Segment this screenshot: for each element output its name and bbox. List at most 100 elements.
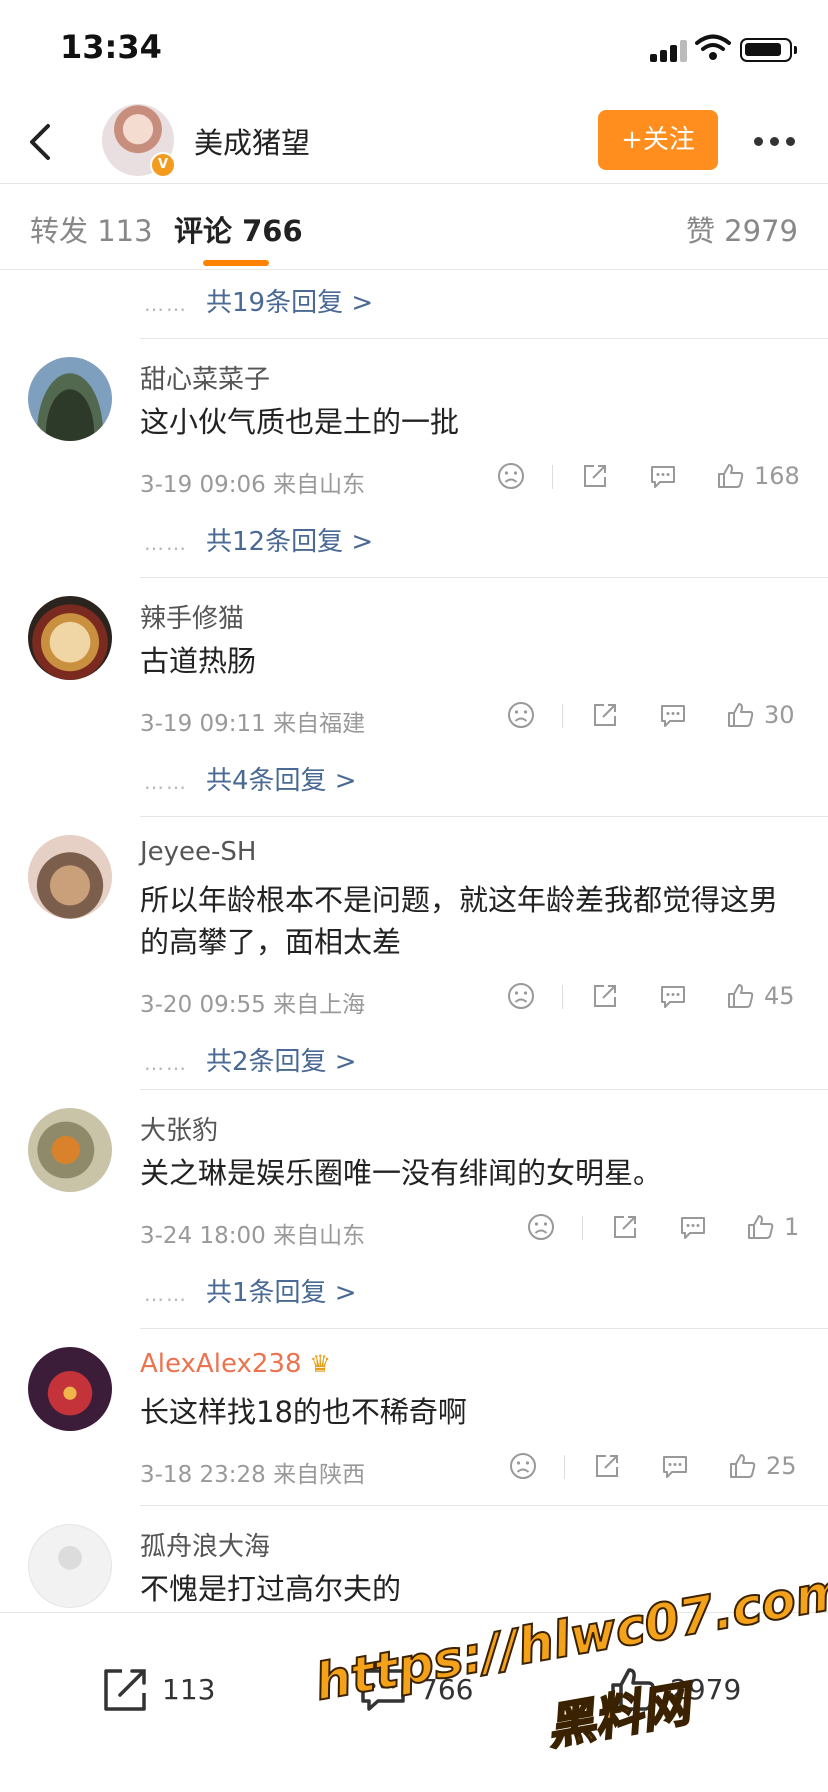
wifi-icon <box>695 34 731 60</box>
dislike-icon[interactable] <box>506 700 536 730</box>
divider <box>562 985 563 1009</box>
divider <box>582 1216 583 1240</box>
comment-actions: 25 <box>508 1451 808 1485</box>
share-icon[interactable] <box>590 981 620 1011</box>
repost-count: 113 <box>162 1673 216 1706</box>
reply-icon[interactable] <box>660 1451 690 1481</box>
reply-icon[interactable] <box>658 700 688 730</box>
status-bar: 13:34 <box>0 0 828 100</box>
signal-icon <box>650 38 690 62</box>
reply-icon[interactable] <box>648 461 678 491</box>
comment-meta: 3-24 18:00 来自山东 <box>140 1223 366 1249</box>
like-count: 1 <box>784 1213 800 1241</box>
post-header: V 美成猪望 +关注 <box>0 100 828 184</box>
comment-text: 长这样找18的也不稀奇啊 <box>140 1395 467 1429</box>
share-icon[interactable] <box>590 700 620 730</box>
comment-actions: 168 <box>496 461 806 495</box>
comment-actions: 1 <box>526 1212 806 1246</box>
like-icon[interactable] <box>728 1451 758 1481</box>
commenter-name[interactable]: AlexAlex238 ♛ <box>140 1349 331 1379</box>
divider <box>564 1455 565 1479</box>
bottom-like-button[interactable]: 2979 <box>608 1665 768 1715</box>
like-icon <box>611 1668 655 1711</box>
active-tab-indicator <box>203 260 269 266</box>
comment-meta: 3-19 09:11 来自福建 <box>140 711 366 737</box>
like-count: 2979 <box>670 1673 742 1706</box>
commenter-name[interactable]: Jeyee-SH <box>140 837 256 867</box>
replies-link[interactable]: …… 共1条回复 > <box>144 1272 357 1309</box>
divider <box>140 1328 828 1329</box>
comment-text: 古道热肠 <box>140 644 257 678</box>
avatar[interactable] <box>28 357 112 441</box>
commenter-name[interactable]: 辣手修猫 <box>140 598 244 635</box>
bottom-action-bar: 113 766 2979 <box>0 1612 828 1792</box>
avatar[interactable] <box>28 1347 112 1431</box>
tab-repost[interactable]: 转发 113 <box>30 208 153 250</box>
comment-count: 766 <box>420 1673 474 1706</box>
like-icon[interactable] <box>746 1212 776 1242</box>
share-icon <box>104 1669 146 1711</box>
like-count: 168 <box>754 462 800 490</box>
dots-icon: …… <box>144 1051 188 1075</box>
comment-text: 所以年龄根本不是问题，就这年龄差我都觉得这男的高攀了，面相太差 <box>140 883 779 959</box>
comment-text: 关之琳是娱乐圈唯一没有绯闻的女明星。 <box>140 1156 663 1190</box>
verified-badge-icon: V <box>150 152 176 178</box>
commenter-name[interactable]: 大张豹 <box>140 1110 218 1147</box>
dislike-icon[interactable] <box>506 981 536 1011</box>
like-count: 30 <box>764 701 795 729</box>
commenter-name[interactable]: 孤舟浪大海 <box>140 1526 270 1563</box>
comment-meta: 3-18 23:28 来自陕西 <box>140 1462 366 1488</box>
replies-link[interactable]: …… 共19条回复 > <box>144 282 373 319</box>
dislike-icon[interactable] <box>496 461 526 491</box>
crown-icon: ♛ <box>309 1350 332 1378</box>
status-time: 13:34 <box>60 28 162 66</box>
dislike-icon[interactable] <box>508 1451 538 1481</box>
comment-actions: 45 <box>506 981 806 1015</box>
like-count: 45 <box>764 982 795 1010</box>
author-name[interactable]: 美成猪望 <box>194 120 310 162</box>
dots-icon: …… <box>144 531 188 555</box>
replies-link[interactable]: …… 共12条回复 > <box>144 521 373 558</box>
dots-icon: …… <box>144 292 188 316</box>
comment-icon <box>361 1669 405 1711</box>
tab-comments[interactable]: 评论 766 <box>174 208 303 250</box>
avatar[interactable] <box>28 835 112 919</box>
share-icon[interactable] <box>580 461 610 491</box>
commenter-name[interactable]: 甜心菜菜子 <box>140 359 270 396</box>
avatar[interactable] <box>28 596 112 680</box>
divider <box>140 1505 828 1506</box>
comment-actions: 30 <box>506 700 806 734</box>
share-icon[interactable] <box>610 1212 640 1242</box>
bottom-repost-button[interactable]: 113 <box>100 1665 230 1715</box>
tab-bar: 转发 113 评论 766 赞 2979 <box>0 184 828 270</box>
like-icon[interactable] <box>726 700 756 730</box>
back-icon[interactable] <box>20 114 64 170</box>
bottom-comment-button[interactable]: 766 <box>358 1665 498 1715</box>
reply-icon[interactable] <box>678 1212 708 1242</box>
like-icon[interactable] <box>726 981 756 1011</box>
avatar[interactable] <box>28 1524 112 1608</box>
like-count: 25 <box>766 1452 797 1480</box>
comment-text: 不愧是打过高尔夫的 <box>140 1572 402 1606</box>
divider <box>140 577 828 578</box>
comment-meta: 3-20 09:55 来自上海 <box>140 992 366 1018</box>
dots-icon: …… <box>144 770 188 794</box>
share-icon[interactable] <box>592 1451 622 1481</box>
more-icon[interactable] <box>750 122 800 158</box>
comment-meta: 3-19 09:06 来自山东 <box>140 472 366 498</box>
reply-icon[interactable] <box>658 981 688 1011</box>
follow-button[interactable]: +关注 <box>598 110 718 170</box>
comment-text: 这小伙气质也是土的一批 <box>140 405 460 439</box>
tab-likes[interactable]: 赞 2979 <box>686 208 798 250</box>
replies-link[interactable]: …… 共4条回复 > <box>144 760 357 797</box>
battery-icon <box>740 38 797 62</box>
divider <box>140 816 828 817</box>
divider <box>140 1089 828 1090</box>
replies-link[interactable]: …… 共2条回复 > <box>144 1041 357 1078</box>
dots-icon: …… <box>144 1282 188 1306</box>
like-icon[interactable] <box>716 461 746 491</box>
dislike-icon[interactable] <box>526 1212 556 1242</box>
divider <box>552 465 553 489</box>
avatar[interactable] <box>28 1108 112 1192</box>
divider <box>562 704 563 728</box>
